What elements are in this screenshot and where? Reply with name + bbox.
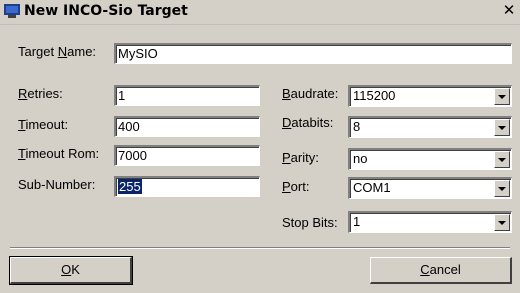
timeout-rom-input[interactable]: 7000 <box>114 145 260 166</box>
port-select[interactable]: COM1 <box>348 177 512 199</box>
baudrate-select[interactable]: 115200 <box>348 85 512 107</box>
target-name-label: Target Name: <box>18 44 97 59</box>
chevron-down-icon[interactable] <box>494 214 510 231</box>
port-value: COM1 <box>353 180 391 195</box>
window-title: New INCO-Sio Target <box>24 3 188 19</box>
cancel-button[interactable]: Cancel <box>370 257 512 284</box>
chevron-down-icon[interactable] <box>494 119 510 136</box>
sub-number-value: 255 <box>118 179 142 194</box>
timeout-label: Timeout: <box>18 117 69 132</box>
retries-label: Retries: <box>18 86 63 101</box>
parity-select[interactable]: no <box>348 148 512 170</box>
baudrate-label: Baudrate: <box>282 86 339 101</box>
app-window-icon <box>4 4 20 18</box>
separator <box>10 247 510 249</box>
parity-label: Parity: <box>282 150 319 165</box>
stop-bits-select[interactable]: 1 <box>348 211 512 233</box>
databits-label: Databits: <box>282 115 334 130</box>
parity-value: no <box>353 151 368 166</box>
stop-bits-label: Stop Bits: <box>282 215 338 230</box>
baudrate-value: 115200 <box>353 88 396 103</box>
close-icon[interactable]: ✕ <box>501 3 517 19</box>
stop-bits-value: 1 <box>353 214 361 229</box>
timeout-rom-label: Timeout Rom: <box>18 146 100 161</box>
ok-button[interactable]: OK <box>9 256 133 285</box>
timeout-input[interactable]: 400 <box>114 116 260 137</box>
sub-number-label: Sub-Number: <box>18 177 96 192</box>
chevron-down-icon[interactable] <box>494 180 510 197</box>
chevron-down-icon[interactable] <box>494 151 510 168</box>
chevron-down-icon[interactable] <box>494 88 510 105</box>
title-bar[interactable]: New INCO-Sio Target ✕ <box>0 0 520 25</box>
retries-input[interactable]: 1 <box>114 85 260 106</box>
port-label: Port: <box>282 179 310 194</box>
target-name-input[interactable]: MySIO <box>114 43 512 64</box>
databits-select[interactable]: 8 <box>348 116 512 138</box>
databits-value: 8 <box>353 119 361 134</box>
sub-number-input[interactable]: 255 <box>114 176 260 197</box>
